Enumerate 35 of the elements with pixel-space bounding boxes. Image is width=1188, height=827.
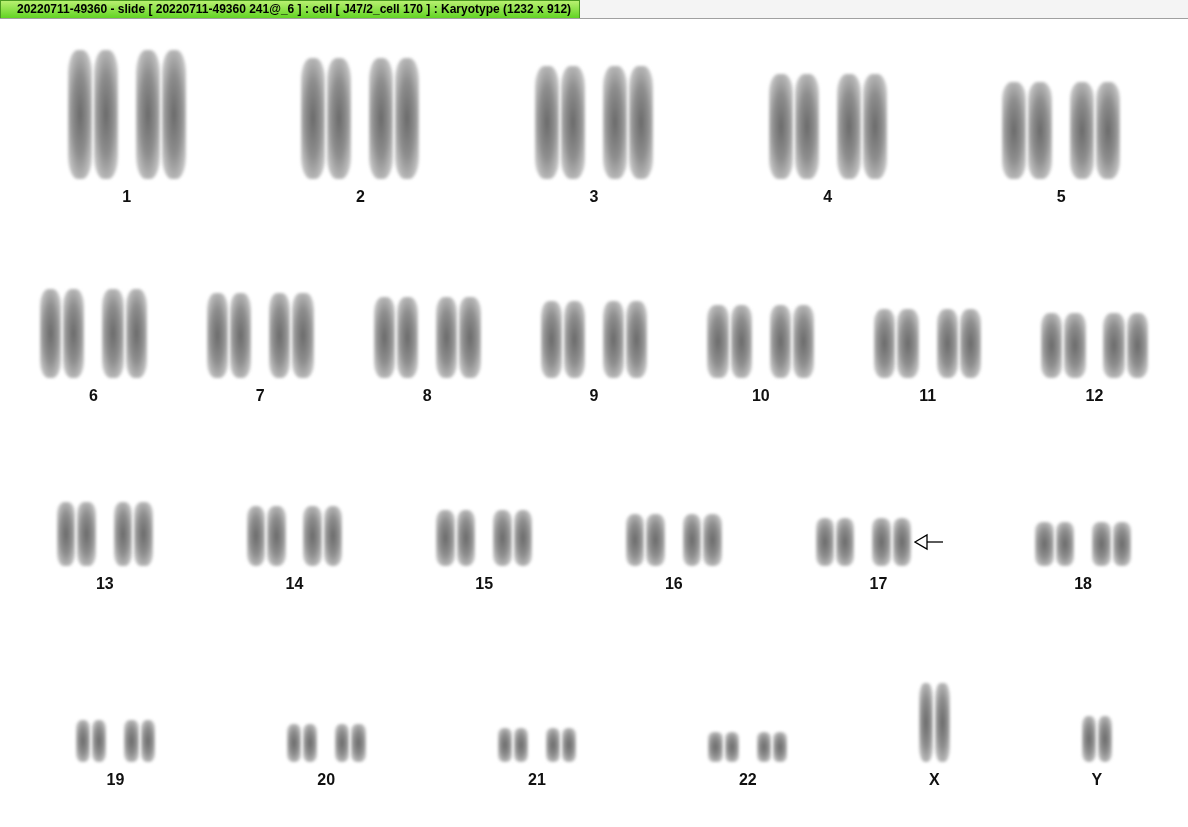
arrow-icon xyxy=(914,533,945,551)
chromosome-label: 12 xyxy=(1085,387,1104,405)
chromosome-label: 1 xyxy=(122,188,132,206)
chromosome-image xyxy=(332,721,369,765)
chromosome-image xyxy=(121,717,158,765)
chromosome-label: 19 xyxy=(106,771,125,789)
chromosome-label: 9 xyxy=(589,387,599,405)
chromosome-label: 5 xyxy=(1056,188,1066,206)
chromosome-label: Y xyxy=(1091,771,1103,789)
chromosome-label: 4 xyxy=(823,188,833,206)
chromosome-label: 17 xyxy=(869,575,888,593)
chromosome-label: 6 xyxy=(88,387,98,405)
chromosome-image xyxy=(705,729,742,765)
chromosome-label: 20 xyxy=(317,771,336,789)
chromosome-label: 2 xyxy=(355,188,365,206)
chromosome-label: 14 xyxy=(285,575,304,593)
chromosome-label: 21 xyxy=(528,771,546,789)
chromosome-label: 16 xyxy=(664,575,683,593)
chromosome-label: X xyxy=(929,771,940,789)
chromosome-label: 7 xyxy=(255,387,265,405)
chromosome-label: 13 xyxy=(95,575,114,593)
chromosome-label: 3 xyxy=(589,188,599,206)
chromosome-label: 18 xyxy=(1074,575,1092,593)
chromosome-label: 11 xyxy=(919,387,937,405)
chromosome-image xyxy=(1089,519,1134,569)
chromosome-image xyxy=(54,499,99,569)
window-title[interactable]: 20220711-49360 - slide [ 20220711-49360 241@_6 ] : cell [ J47/2_cell 170 ] : Karyotype (1232 x 912) xyxy=(0,0,581,18)
chromosome-label: 22 xyxy=(738,771,757,789)
chromosome-label: 15 xyxy=(475,575,494,593)
chromosome-image xyxy=(490,507,535,569)
chromosome-image xyxy=(1100,310,1151,381)
chromosome-image xyxy=(623,511,668,569)
chromosome-label: 10 xyxy=(751,387,770,405)
chromosome-image xyxy=(1038,310,1089,381)
chromosome-label: 8 xyxy=(422,387,432,405)
